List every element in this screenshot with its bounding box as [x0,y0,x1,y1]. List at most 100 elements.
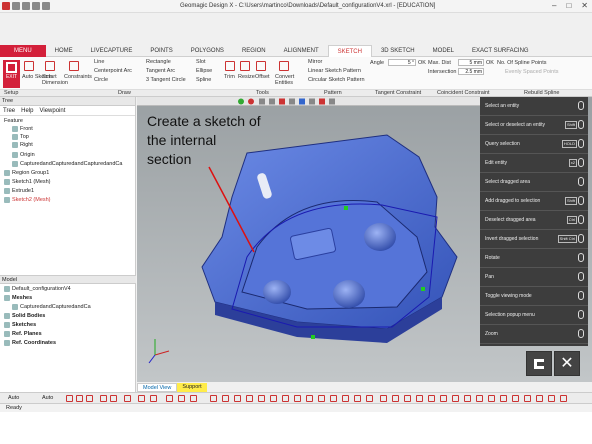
centerpoint-arc-tool[interactable]: Centerpoint Arc [94,68,132,74]
tab-polygons[interactable]: POLYGONS [182,45,233,57]
constraints-label[interactable]: Constraints [64,74,92,80]
model-item-meshes[interactable]: Meshes [4,294,32,302]
slot-tool[interactable]: Slot [196,59,205,65]
tab-model[interactable]: MODEL [424,45,463,57]
select-mode-icon[interactable] [150,395,157,402]
filter-icon[interactable] [246,395,253,402]
filter-icon[interactable] [488,395,495,402]
filter-icon[interactable] [258,395,265,402]
resize-icon[interactable] [240,61,250,71]
app-icon[interactable] [2,2,10,10]
filter-icon[interactable] [428,395,435,402]
resize-label[interactable]: Resize [238,74,255,80]
quick-redo-icon[interactable] [32,2,40,10]
filter-icon[interactable] [416,395,423,402]
filter-icon[interactable] [380,395,387,402]
filter-icon[interactable] [476,395,483,402]
tangent-circle-tool[interactable]: 3 Tangent Circle [146,77,186,83]
tab-exact-surfacing[interactable]: EXACT SURFACING [463,45,538,57]
tree-item-front[interactable]: Front [12,125,33,133]
quick-save-icon[interactable] [12,2,20,10]
smart-dimension-icon[interactable] [45,61,55,71]
viewport-toolbar-icons[interactable] [137,97,480,106]
filter-icon[interactable] [354,395,361,402]
filter-icon[interactable] [512,395,519,402]
tree-item-sketch2[interactable]: Sketch2 (Mesh) [4,196,51,204]
filter-icon[interactable] [294,395,301,402]
mirror-tool[interactable]: Mirror [308,59,322,65]
circular-pattern-tool[interactable]: Circular Sketch Pattern [308,77,365,83]
accept-exit-button[interactable] [526,351,552,376]
tree-item-mesh[interactable]: CapturedandCapturedandCapturedandCa [12,160,122,168]
filter-icon[interactable] [560,395,567,402]
tree-item-right[interactable]: Right [12,141,33,149]
angle-ok-button[interactable]: OK [418,60,426,66]
auto-select-mode[interactable]: Auto [8,395,19,401]
select-mode-icon[interactable] [138,395,145,402]
filter-icon[interactable] [548,395,555,402]
quick-undo-icon[interactable] [22,2,30,10]
tree-item-extrude1[interactable]: Extrude1 [4,187,34,195]
tree-item-top[interactable]: Top [12,133,29,141]
filter-icon[interactable] [524,395,531,402]
max-dist-input[interactable]: 5 mm [458,59,484,66]
angle-input[interactable]: 5 ° [388,59,416,66]
select-mode-icon[interactable] [178,395,185,402]
tab-points[interactable]: POINTS [141,45,181,57]
spline-tool[interactable]: Spline [196,77,211,83]
convert-entities-label[interactable]: Convert Entities [275,74,297,86]
offset-label[interactable]: Offset [255,74,270,80]
constraints-icon[interactable] [69,61,79,71]
tab-livecapture[interactable]: LIVECAPTURE [82,45,142,57]
ellipse-tool[interactable]: Ellipse [196,68,212,74]
filter-icon[interactable] [330,395,337,402]
model-item-ref-coordinates[interactable]: Ref. Coordinates [4,339,56,347]
tree-item-region-group[interactable]: Region Group1 [4,169,49,177]
filter-icon[interactable] [210,395,217,402]
filter-icon[interactable] [392,395,399,402]
filter-icon[interactable] [318,395,325,402]
rectangle-tool[interactable]: Rectangle [146,59,171,65]
tab-region[interactable]: REGION [233,45,275,57]
model-item-config[interactable]: Default_configurationV4 [4,285,71,293]
model-item-sketches[interactable]: Sketches [4,321,36,329]
filter-icon[interactable] [536,395,543,402]
max-dist-ok-button[interactable]: OK [486,60,494,66]
filter-icon[interactable] [234,395,241,402]
offset-icon[interactable] [256,61,266,71]
filter-icon[interactable] [342,395,349,402]
select-mode-icon[interactable] [166,395,173,402]
tab-model-view[interactable]: Model View [137,383,178,392]
convert-entities-icon[interactable] [279,61,289,71]
model-item-solid-bodies[interactable]: Solid Bodies [4,312,45,320]
auto-sketch-icon[interactable] [24,61,34,71]
select-mode-icon[interactable] [190,395,197,402]
tree-item-origin[interactable]: Origin [12,151,35,159]
tab-viewpoint[interactable]: Viewpoint [39,106,65,115]
exit-button[interactable]: EXIT [3,60,20,88]
intersection-input[interactable]: 2.5 mm [458,68,484,75]
filter-icon[interactable] [366,395,373,402]
filter-icon[interactable] [270,395,277,402]
tab-menu[interactable]: MENU [0,44,46,57]
filter-icon[interactable] [464,395,471,402]
line-tool[interactable]: Line [94,59,104,65]
circle-tool[interactable]: Circle [94,77,108,83]
tab-sketch[interactable]: SKETCH [327,44,372,57]
smart-dimension-label[interactable]: Smart Dimension [42,74,68,86]
tab-home[interactable]: HOME [46,45,82,57]
filter-icon[interactable] [282,395,289,402]
tangent-arc-tool[interactable]: Tangent Arc [146,68,175,74]
filter-icon[interactable] [500,395,507,402]
select-mode-icon[interactable] [66,395,73,402]
filter-icon[interactable] [222,395,229,402]
select-mode-icon[interactable] [110,395,117,402]
model-item-ref-planes[interactable]: Ref. Planes [4,330,42,338]
tab-support[interactable]: Support [177,383,207,392]
filter-icon[interactable] [306,395,313,402]
linear-pattern-tool[interactable]: Linear Sketch Pattern [308,68,361,74]
filter-icon[interactable] [440,395,447,402]
select-mode-icon[interactable] [124,395,131,402]
tab-help[interactable]: Help [21,106,33,115]
tab-3d-sketch[interactable]: 3D SKETCH [372,45,424,57]
